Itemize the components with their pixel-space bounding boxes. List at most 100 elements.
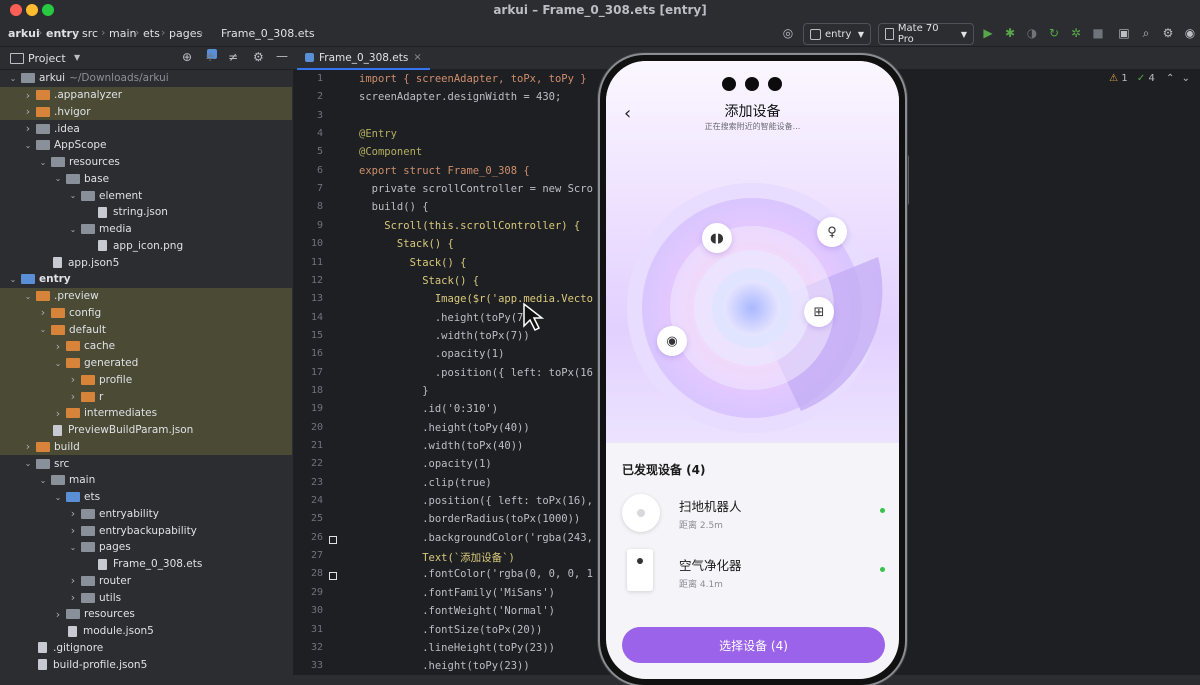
lightbulb-icon[interactable]: ♀ [817,217,847,247]
code-line[interactable]: Stack() { [359,275,479,287]
code-line[interactable]: .position({ left: toPx(16), [359,495,593,507]
chevron-right-icon[interactable]: › [53,340,63,353]
code-line[interactable]: .position({ left: toPx(16 [359,367,593,379]
code-line[interactable]: Stack() { [359,238,454,250]
code-line[interactable]: } [359,385,428,397]
run-icon[interactable]: ▶ [980,25,996,41]
select-devices-button[interactable]: 选择设备 (4) [622,627,885,663]
tree-item[interactable]: ⌄ .preview [0,287,292,305]
router-icon[interactable]: ⊞ [804,297,834,327]
breadcrumb-file[interactable]: Frame_0_308.ets [221,27,315,40]
tree-item[interactable]: build-profile.json5 [0,656,292,673]
code-line[interactable]: .opacity(1) [359,348,505,360]
code-line[interactable]: export struct Frame_0_308 { [359,165,530,177]
device-row[interactable]: 扫地机器人 距离 2.5m [606,486,899,538]
tree-item[interactable]: ⌄ resources [0,154,292,171]
chevron-down-icon[interactable]: ⌄ [23,459,33,468]
tree-item[interactable]: › resources [0,606,292,623]
code-line[interactable]: Scroll(this.scrollController) { [359,220,580,232]
tree-item[interactable]: module.json5 [0,623,292,640]
stop-icon[interactable]: ■ [1090,25,1106,41]
earbuds-icon[interactable]: ◖◗ [702,223,732,253]
chevron-right-icon[interactable]: › [68,390,78,403]
chevron-right-icon[interactable]: › [68,574,78,587]
chevron-down-icon[interactable]: ⌄ [53,174,63,183]
chevron-right-icon[interactable]: › [23,122,33,135]
attach-debugger-icon[interactable]: ✲ [1068,25,1084,41]
device-manager-icon[interactable]: ▣ [1116,25,1132,41]
chevron-up-icon[interactable]: ⌃ [1166,73,1174,84]
color-preview-swatch[interactable] [329,572,337,581]
chevron-down-icon[interactable]: ⌄ [38,325,48,334]
tree-item[interactable]: ⌄ main [0,472,292,489]
code-line[interactable]: .fontWeight('Normal') [359,605,555,617]
code-line[interactable]: private scrollController = new Scro [359,183,593,195]
camera-device-icon[interactable]: ◉ [657,326,687,356]
chevron-down-icon[interactable]: ⌄ [8,275,18,284]
chevron-right-icon[interactable]: › [68,591,78,604]
chevron-down-icon[interactable]: ⌄ [68,543,78,552]
chevron-right-icon[interactable]: › [53,608,63,621]
breadcrumb-src[interactable]: src [82,27,98,40]
breadcrumb-pages[interactable]: pages [169,27,202,40]
crosshair-icon[interactable]: ⊕ [182,50,192,64]
chevron-down-icon[interactable]: ⌄ [68,191,78,200]
code-line[interactable]: .borderRadius(toPx(1000)) [359,513,580,525]
tree-item[interactable]: › r [0,388,292,406]
gear-icon[interactable]: ⚙ [253,50,264,64]
target-icon[interactable]: ◎ [780,25,796,41]
tree-item[interactable]: › entryability [0,506,292,523]
tree-item[interactable]: › router [0,573,292,590]
chevron-right-icon[interactable]: › [38,306,48,319]
chevron-right-icon[interactable]: › [23,440,33,453]
tree-item[interactable]: PreviewBuildParam.json [0,421,292,439]
breadcrumb-main[interactable]: main [109,27,136,40]
code-line[interactable]: .opacity(1) [359,458,492,470]
code-line[interactable]: Stack() { [359,257,467,269]
tree-item[interactable]: ⌄ ets [0,489,292,506]
tree-item[interactable]: ⌄ arkui ~/Downloads/arkui [0,70,292,87]
tree-item[interactable]: app.json5 [0,254,292,271]
tree-item[interactable]: › config [0,304,292,322]
tree-item[interactable]: ⌄ entry [0,271,292,288]
chevron-down-icon[interactable]: ⌄ [53,493,63,502]
code-line[interactable]: .width(toPx(7)) [359,330,530,342]
code-line[interactable]: .lineHeight(toPy(23)) [359,642,555,654]
minimize-panel-icon[interactable]: — [276,49,288,63]
tree-item[interactable]: Frame_0_308.ets [0,556,292,573]
code-line[interactable]: @Component [359,146,422,158]
code-line[interactable]: @Entry [359,128,397,140]
chevron-down-icon[interactable]: ⌄ [23,141,33,150]
tree-item[interactable]: › .hvigor [0,103,292,121]
tree-item[interactable]: ⌄ default [0,321,292,339]
close-tab-icon[interactable]: × [413,52,421,63]
tree-item[interactable]: ⌄ AppScope [0,137,292,154]
search-icon[interactable]: ⌕ [1138,25,1154,41]
code-line[interactable]: Text(`添加设备`) [359,550,515,565]
editor-tab[interactable]: Frame_0_308.ets × [297,47,430,70]
code-line[interactable]: .fontColor('rgba(0, 0, 0, 1 [359,568,593,580]
expand-all-icon[interactable]: ≑ [205,50,215,64]
breadcrumb-ets[interactable]: ets [143,27,160,40]
tree-item[interactable]: ⌄ element [0,187,292,204]
settings-icon[interactable]: ⚙ [1160,25,1176,41]
collapse-all-icon[interactable]: ≠ [228,50,238,64]
tree-item[interactable]: › .appanalyzer [0,86,292,104]
color-preview-swatch[interactable] [329,535,337,544]
code-line[interactable]: .height(toPy(23)) [359,660,529,672]
chevron-right-icon[interactable]: › [23,89,33,102]
tree-item[interactable]: app_icon.png [0,238,292,255]
account-icon[interactable]: ◉ [1182,25,1198,41]
chevron-down-icon[interactable]: ⌄ [38,476,48,485]
code-line[interactable]: .width(toPx(40)) [359,440,523,452]
code-line[interactable]: build() { [359,201,429,213]
tree-item[interactable]: › utils [0,589,292,606]
tree-item[interactable]: › .idea [0,120,292,137]
tree-item[interactable]: › entrybackupability [0,522,292,539]
chevron-down-icon[interactable]: ⌄ [38,158,48,167]
code-line[interactable]: .height(toPy(40)) [359,422,529,434]
profile-icon[interactable]: ◑ [1024,25,1040,41]
inspection-widget[interactable]: ⚠ 1 ✓ 4 ⌃ ⌄ [1109,73,1190,84]
tree-item[interactable]: › cache [0,338,292,355]
device-row[interactable]: 空气净化器 距离 4.1m [606,545,899,597]
